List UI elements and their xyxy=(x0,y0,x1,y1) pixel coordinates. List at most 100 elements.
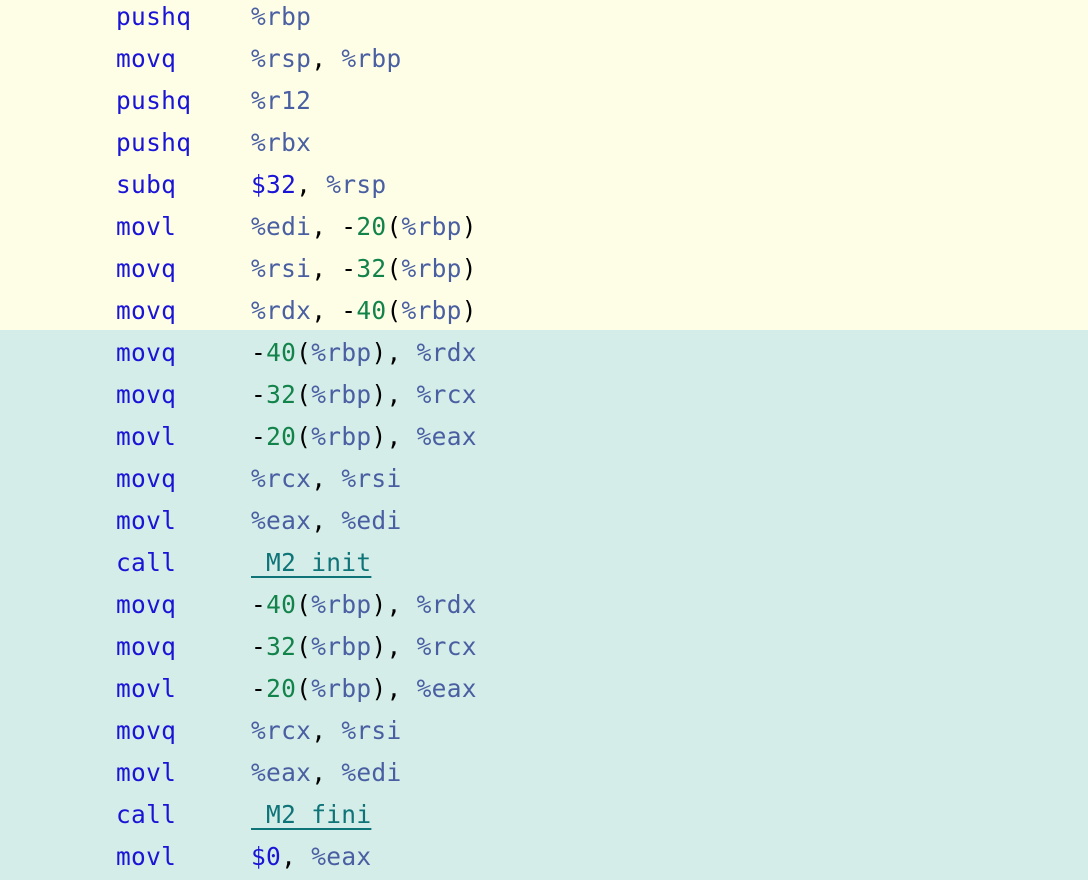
punctuation: , xyxy=(281,842,312,871)
mnemonic: movq xyxy=(116,716,177,745)
operands: -40(%rbp), %rdx xyxy=(251,584,477,626)
mnemonic: movl xyxy=(116,758,177,787)
punctuation: , xyxy=(311,758,342,787)
register-operand: %rbp xyxy=(311,590,372,619)
operands: %eax, %edi xyxy=(251,752,402,794)
punctuation: , xyxy=(296,170,327,199)
register-operand: %rcx xyxy=(251,716,312,745)
instruction-line: call _M2_init xyxy=(0,546,1088,588)
punctuation: ( xyxy=(296,632,312,661)
register-operand: %eax xyxy=(416,674,477,703)
mnemonic: call xyxy=(116,548,177,577)
register-operand: %eax xyxy=(251,758,312,787)
offset-number: 40 xyxy=(266,590,297,619)
punctuation: ( xyxy=(386,296,402,325)
mnemonic: movl xyxy=(116,842,177,871)
register-operand: %rbp xyxy=(401,212,462,241)
offset-number: 32 xyxy=(266,632,297,661)
offset-number: 20 xyxy=(266,674,297,703)
operands: %rbp xyxy=(251,0,311,38)
register-operand: %rbp xyxy=(401,254,462,283)
symbol-link[interactable]: _M2_fini xyxy=(251,800,371,829)
punctuation: ), xyxy=(371,380,417,409)
punctuation: - xyxy=(251,632,267,661)
operands: $0, %eax xyxy=(251,836,371,878)
punctuation: , xyxy=(311,716,342,745)
offset-number: 20 xyxy=(356,212,387,241)
register-operand: %rbp xyxy=(311,674,372,703)
operands: $32, %rsp xyxy=(251,164,386,206)
instruction-line: movq -40(%rbp), %rdx xyxy=(0,336,1088,378)
mnemonic: movl xyxy=(116,506,177,535)
punctuation: , - xyxy=(311,296,357,325)
punctuation: - xyxy=(251,338,267,367)
instruction-line: movl $0, %eax xyxy=(0,840,1088,880)
punctuation: ( xyxy=(386,254,402,283)
function-body-block: movq -40(%rbp), %rdx movq -32(%rbp), %rcx mo… xyxy=(0,330,1088,880)
offset-number: 20 xyxy=(266,422,297,451)
instruction-line: movl %edi, -20(%rbp) xyxy=(0,210,1088,252)
mnemonic: movq xyxy=(116,338,177,367)
register-operand: %rsi xyxy=(341,464,402,493)
punctuation: ), xyxy=(371,590,417,619)
register-operand: %rdx xyxy=(416,338,477,367)
instruction-line: movq %rsi, -32(%rbp) xyxy=(0,252,1088,294)
instruction-line: movq -32(%rbp), %rcx xyxy=(0,378,1088,420)
register-operand: %edi xyxy=(341,506,402,535)
instruction-line: movq -40(%rbp), %rdx xyxy=(0,588,1088,630)
register-operand: %rdx xyxy=(251,296,312,325)
punctuation: - xyxy=(251,380,267,409)
mnemonic: pushq xyxy=(116,128,192,157)
mnemonic: pushq xyxy=(116,2,192,31)
immediate-operand: $32 xyxy=(251,170,297,199)
punctuation: ), xyxy=(371,632,417,661)
operands: -20(%rbp), %eax xyxy=(251,416,477,458)
operands: -32(%rbp), %rcx xyxy=(251,626,477,668)
mnemonic: movq xyxy=(116,590,177,619)
register-operand: %rbp xyxy=(311,338,372,367)
operands: -32(%rbp), %rcx xyxy=(251,374,477,416)
instruction-line: movl %eax, %edi xyxy=(0,756,1088,798)
register-operand: %rsi xyxy=(251,254,312,283)
register-operand: %rbp xyxy=(401,296,462,325)
register-operand: %eax xyxy=(311,842,372,871)
punctuation: ( xyxy=(296,380,312,409)
punctuation: - xyxy=(251,590,267,619)
punctuation: ) xyxy=(461,296,477,325)
instruction-line: pushq %rbp xyxy=(0,0,1088,42)
punctuation: , xyxy=(311,44,342,73)
instruction-line: movq %rcx, %rsi xyxy=(0,462,1088,504)
instruction-line: movl %eax, %edi xyxy=(0,504,1088,546)
punctuation: , - xyxy=(311,212,357,241)
operands: %rcx, %rsi xyxy=(251,458,402,500)
register-operand: %rsi xyxy=(341,716,402,745)
mnemonic: movl xyxy=(116,212,177,241)
punctuation: - xyxy=(251,422,267,451)
operands: %rsp, %rbp xyxy=(251,38,402,80)
instruction-line: movq %rcx, %rsi xyxy=(0,714,1088,756)
operands: %eax, %edi xyxy=(251,500,402,542)
register-operand: %rbp xyxy=(311,380,372,409)
instruction-line: movq -32(%rbp), %rcx xyxy=(0,630,1088,672)
punctuation: ( xyxy=(296,674,312,703)
punctuation: ) xyxy=(461,212,477,241)
register-operand: %rcx xyxy=(416,380,477,409)
offset-number: 32 xyxy=(356,254,387,283)
operands: _M2_init xyxy=(251,542,371,584)
prologue-block: pushq %rbp movq %rsp, %rbp pushq %r12 pushq %rb… xyxy=(0,0,1088,330)
mnemonic: subq xyxy=(116,170,177,199)
mnemonic: movq xyxy=(116,632,177,661)
punctuation: - xyxy=(251,674,267,703)
punctuation: ), xyxy=(371,338,417,367)
register-operand: %rbp xyxy=(311,422,372,451)
offset-number: 32 xyxy=(266,380,297,409)
instruction-line: movl -20(%rbp), %eax xyxy=(0,672,1088,714)
symbol-link[interactable]: _M2_init xyxy=(251,548,371,577)
register-operand: %rdx xyxy=(416,590,477,619)
operands: _M2_fini xyxy=(251,794,371,836)
punctuation: ), xyxy=(371,422,417,451)
punctuation: , xyxy=(311,506,342,535)
mnemonic: movl xyxy=(116,674,177,703)
mnemonic: movq xyxy=(116,296,177,325)
register-operand: %rbx xyxy=(251,128,312,157)
